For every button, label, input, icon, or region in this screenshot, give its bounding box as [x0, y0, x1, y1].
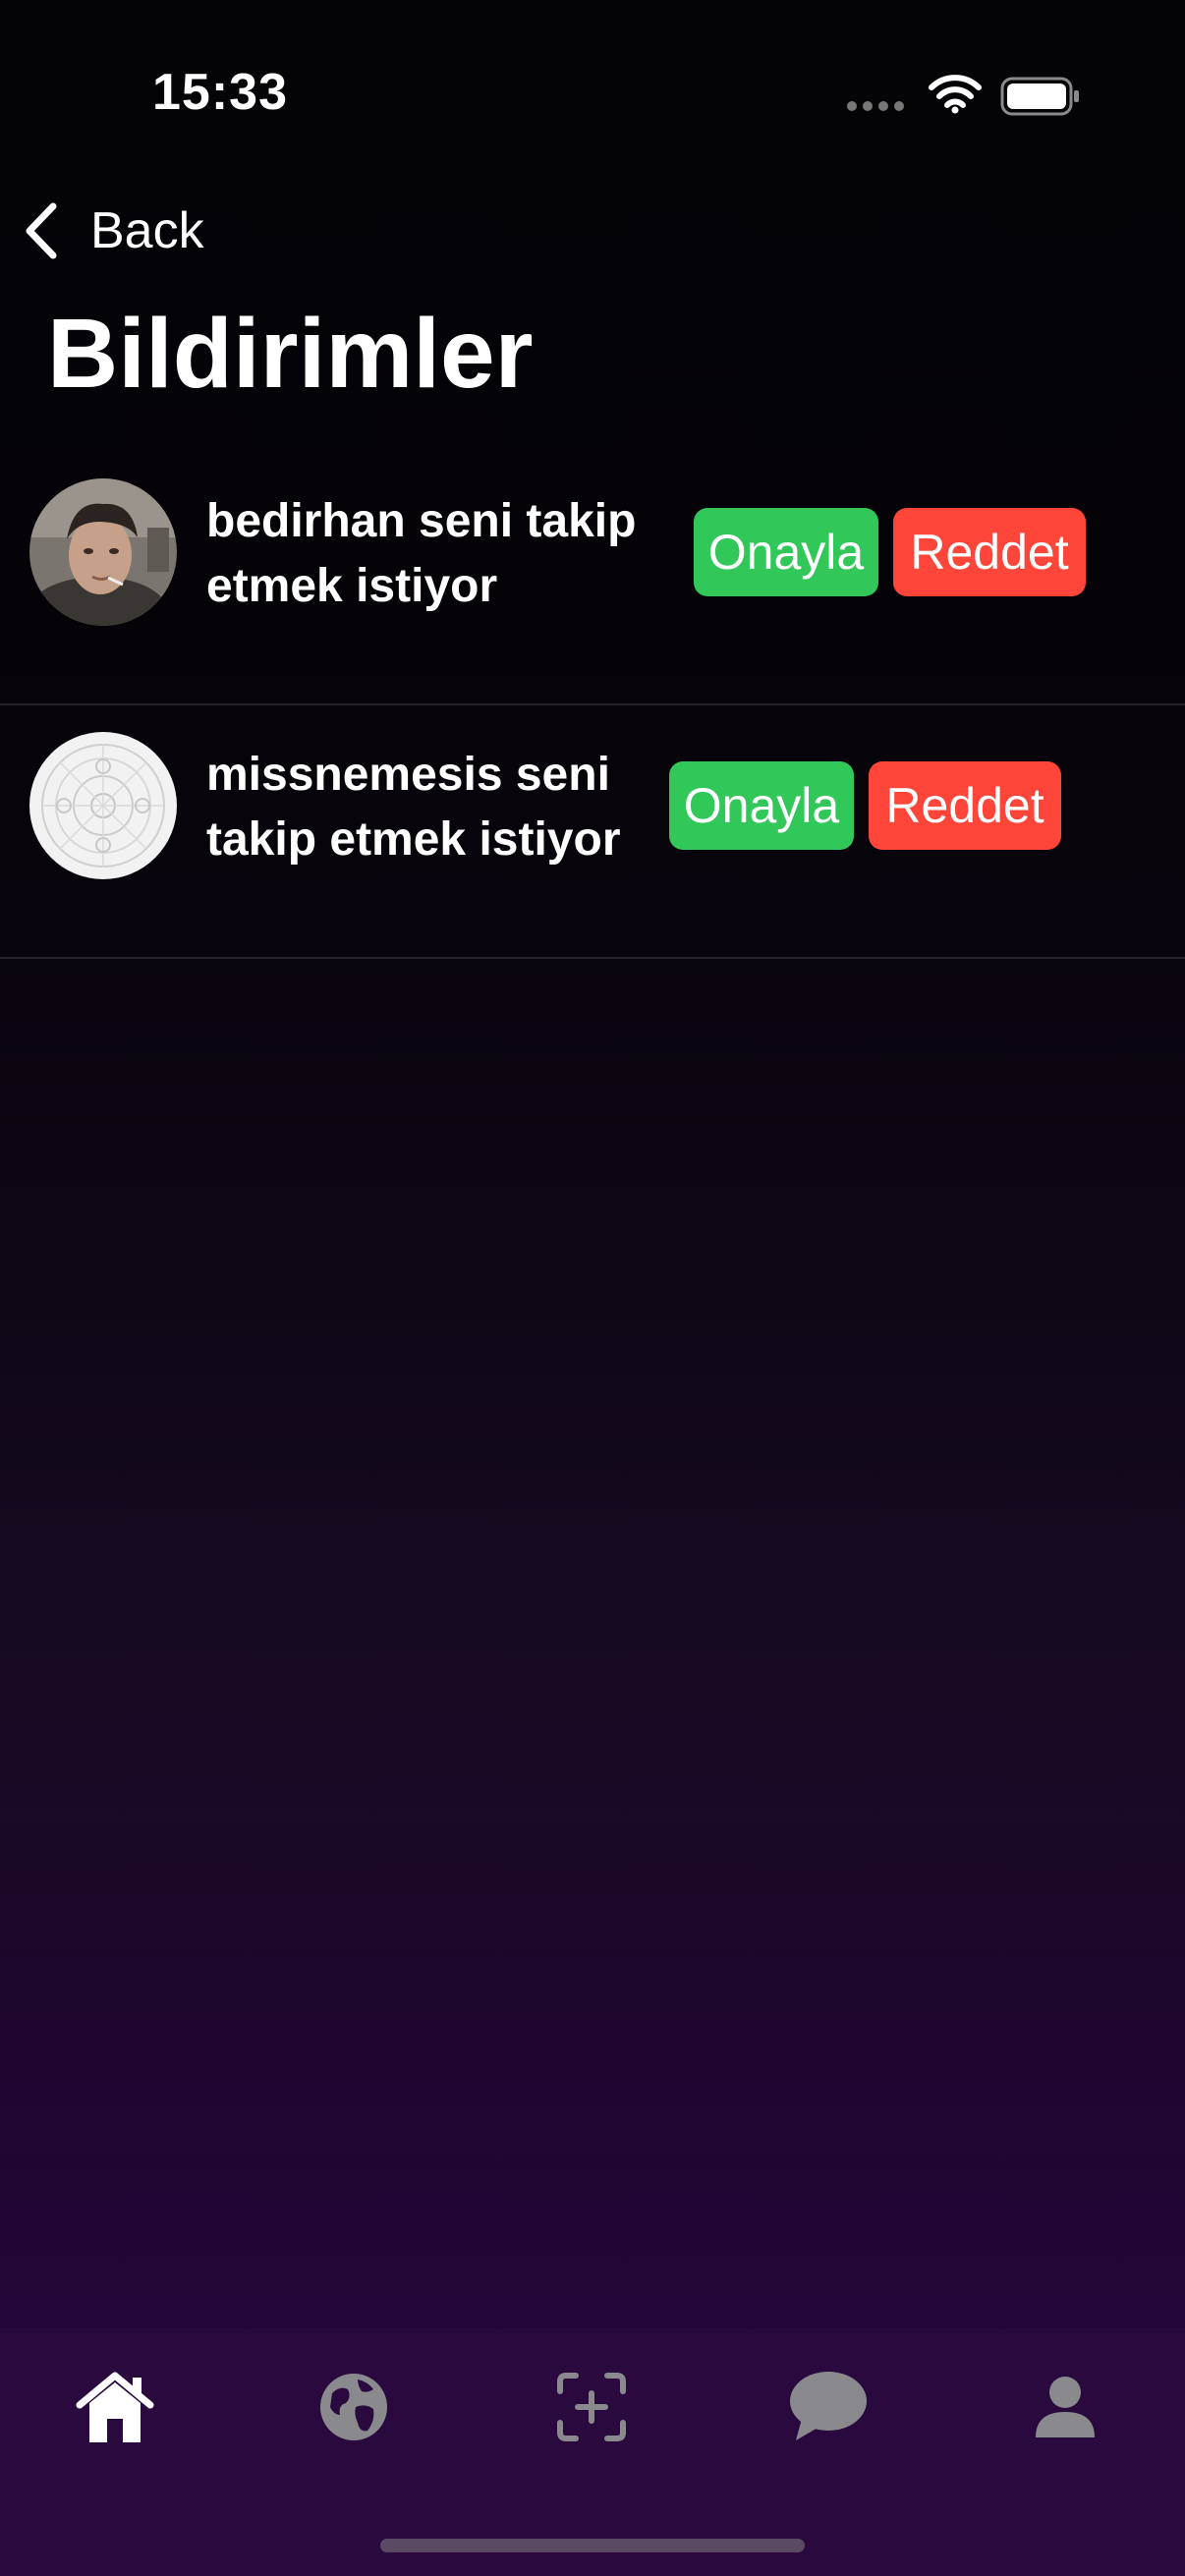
back-label: Back — [90, 202, 204, 259]
tab-profile[interactable] — [1006, 2348, 1124, 2466]
approve-button[interactable]: Onayla — [694, 508, 878, 596]
chevron-left-icon — [26, 202, 57, 259]
tab-create[interactable] — [533, 2348, 650, 2466]
avatar[interactable] — [29, 478, 177, 626]
status-time: 15:33 — [152, 64, 288, 121]
notification-list: bedirhan seni takip etmek istiyor Onayla… — [0, 452, 1185, 959]
home-icon — [76, 2372, 154, 2442]
profile-icon — [1036, 2377, 1095, 2437]
status-bar: 15:33 — [0, 0, 1185, 187]
back-button[interactable]: Back — [22, 196, 204, 265]
tab-messages[interactable] — [769, 2348, 887, 2466]
notifications-screen: 15:33 Back Bildirimler bedirhan seni tak… — [0, 0, 1185, 2576]
approve-button[interactable]: Onayla — [669, 761, 854, 850]
chat-bubble-icon — [790, 2372, 867, 2440]
notification-row: missnemesis seni takip etmek istiyor Ona… — [0, 705, 1185, 959]
page-title: Bildirimler — [47, 299, 534, 409]
add-post-icon — [557, 2373, 626, 2441]
notification-row: bedirhan seni takip etmek istiyor Onayla… — [0, 452, 1185, 705]
notification-text: bedirhan seni takip etmek istiyor — [206, 495, 637, 612]
globe-icon — [320, 2374, 387, 2440]
home-indicator — [380, 2539, 805, 2552]
signal-dots-icon — [847, 101, 904, 111]
avatar[interactable] — [29, 732, 177, 879]
tab-explore[interactable] — [295, 2348, 413, 2466]
notification-text: missnemesis seni takip etmek istiyor — [206, 749, 621, 866]
reject-button[interactable]: Reddet — [869, 761, 1061, 850]
tab-home[interactable] — [56, 2348, 174, 2466]
reject-button[interactable]: Reddet — [893, 508, 1086, 596]
wifi-icon — [929, 75, 982, 114]
battery-icon — [1000, 77, 1079, 116]
